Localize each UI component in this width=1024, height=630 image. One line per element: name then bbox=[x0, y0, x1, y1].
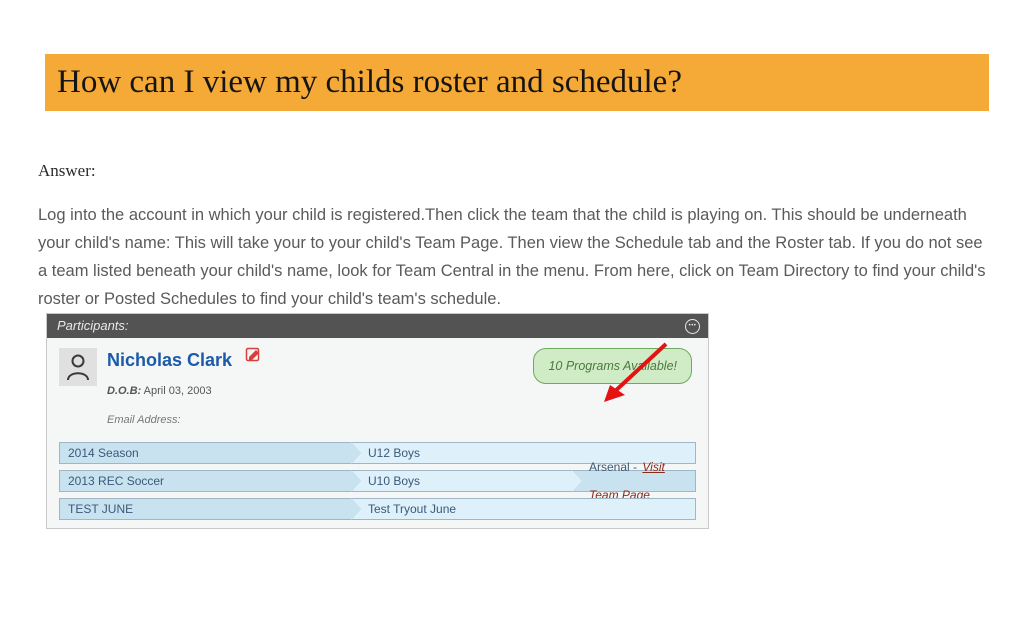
cell-label: 2013 REC Soccer bbox=[68, 467, 164, 495]
dob-label: D.O.B: bbox=[107, 385, 141, 397]
cell-label: U12 Boys bbox=[368, 439, 420, 467]
panel-header-label: Participants: bbox=[57, 312, 129, 340]
title-bar: How can I view my childs roster and sche… bbox=[45, 54, 989, 111]
more-icon[interactable]: ••• bbox=[685, 319, 700, 334]
answer-label: Answer: bbox=[38, 161, 1024, 181]
division-cell[interactable]: Test Tryout June bbox=[351, 498, 696, 520]
table-row: 2013 REC Soccer U10 Boys Arsenal - Visit… bbox=[59, 470, 698, 492]
division-cell[interactable]: U10 Boys bbox=[351, 470, 573, 492]
cell-label: 2014 Season bbox=[68, 439, 139, 467]
table-row: TEST JUNE Test Tryout June bbox=[59, 498, 698, 520]
team-cell[interactable]: Arsenal - Visit Team Page bbox=[572, 470, 696, 492]
person-icon bbox=[65, 353, 91, 381]
season-cell[interactable]: 2014 Season bbox=[59, 442, 352, 464]
cell-label: TEST JUNE bbox=[68, 495, 133, 523]
email-label: Email Address: bbox=[107, 406, 262, 434]
dob-line: D.O.B: April 03, 2003 bbox=[107, 377, 262, 405]
panel-header: Participants: ••• bbox=[47, 314, 708, 338]
participant-block: Nicholas Clark D.O.B: April 03, 2003 Ema… bbox=[47, 338, 708, 528]
program-rows: 2014 Season U12 Boys 2013 REC Soccer U10… bbox=[59, 442, 698, 520]
season-cell[interactable]: 2013 REC Soccer bbox=[59, 470, 352, 492]
programs-badge[interactable]: 10 Programs Available! bbox=[533, 348, 692, 384]
avatar bbox=[59, 348, 97, 386]
team-prefix: Arsenal - bbox=[589, 460, 640, 474]
cell-label: U10 Boys bbox=[368, 467, 420, 495]
season-cell[interactable]: TEST JUNE bbox=[59, 498, 352, 520]
answer-body: Log into the account in which your child… bbox=[38, 201, 988, 529]
cell-label: Test Tryout June bbox=[368, 495, 456, 523]
page-title: How can I view my childs roster and sche… bbox=[57, 64, 977, 101]
participants-panel: Participants: ••• Nicholas Clark D bbox=[46, 313, 709, 529]
participant-name[interactable]: Nicholas Clark bbox=[107, 346, 232, 374]
dob-value: April 03, 2003 bbox=[141, 385, 211, 397]
edit-icon[interactable] bbox=[245, 346, 262, 374]
answer-text: Log into the account in which your child… bbox=[38, 206, 986, 308]
